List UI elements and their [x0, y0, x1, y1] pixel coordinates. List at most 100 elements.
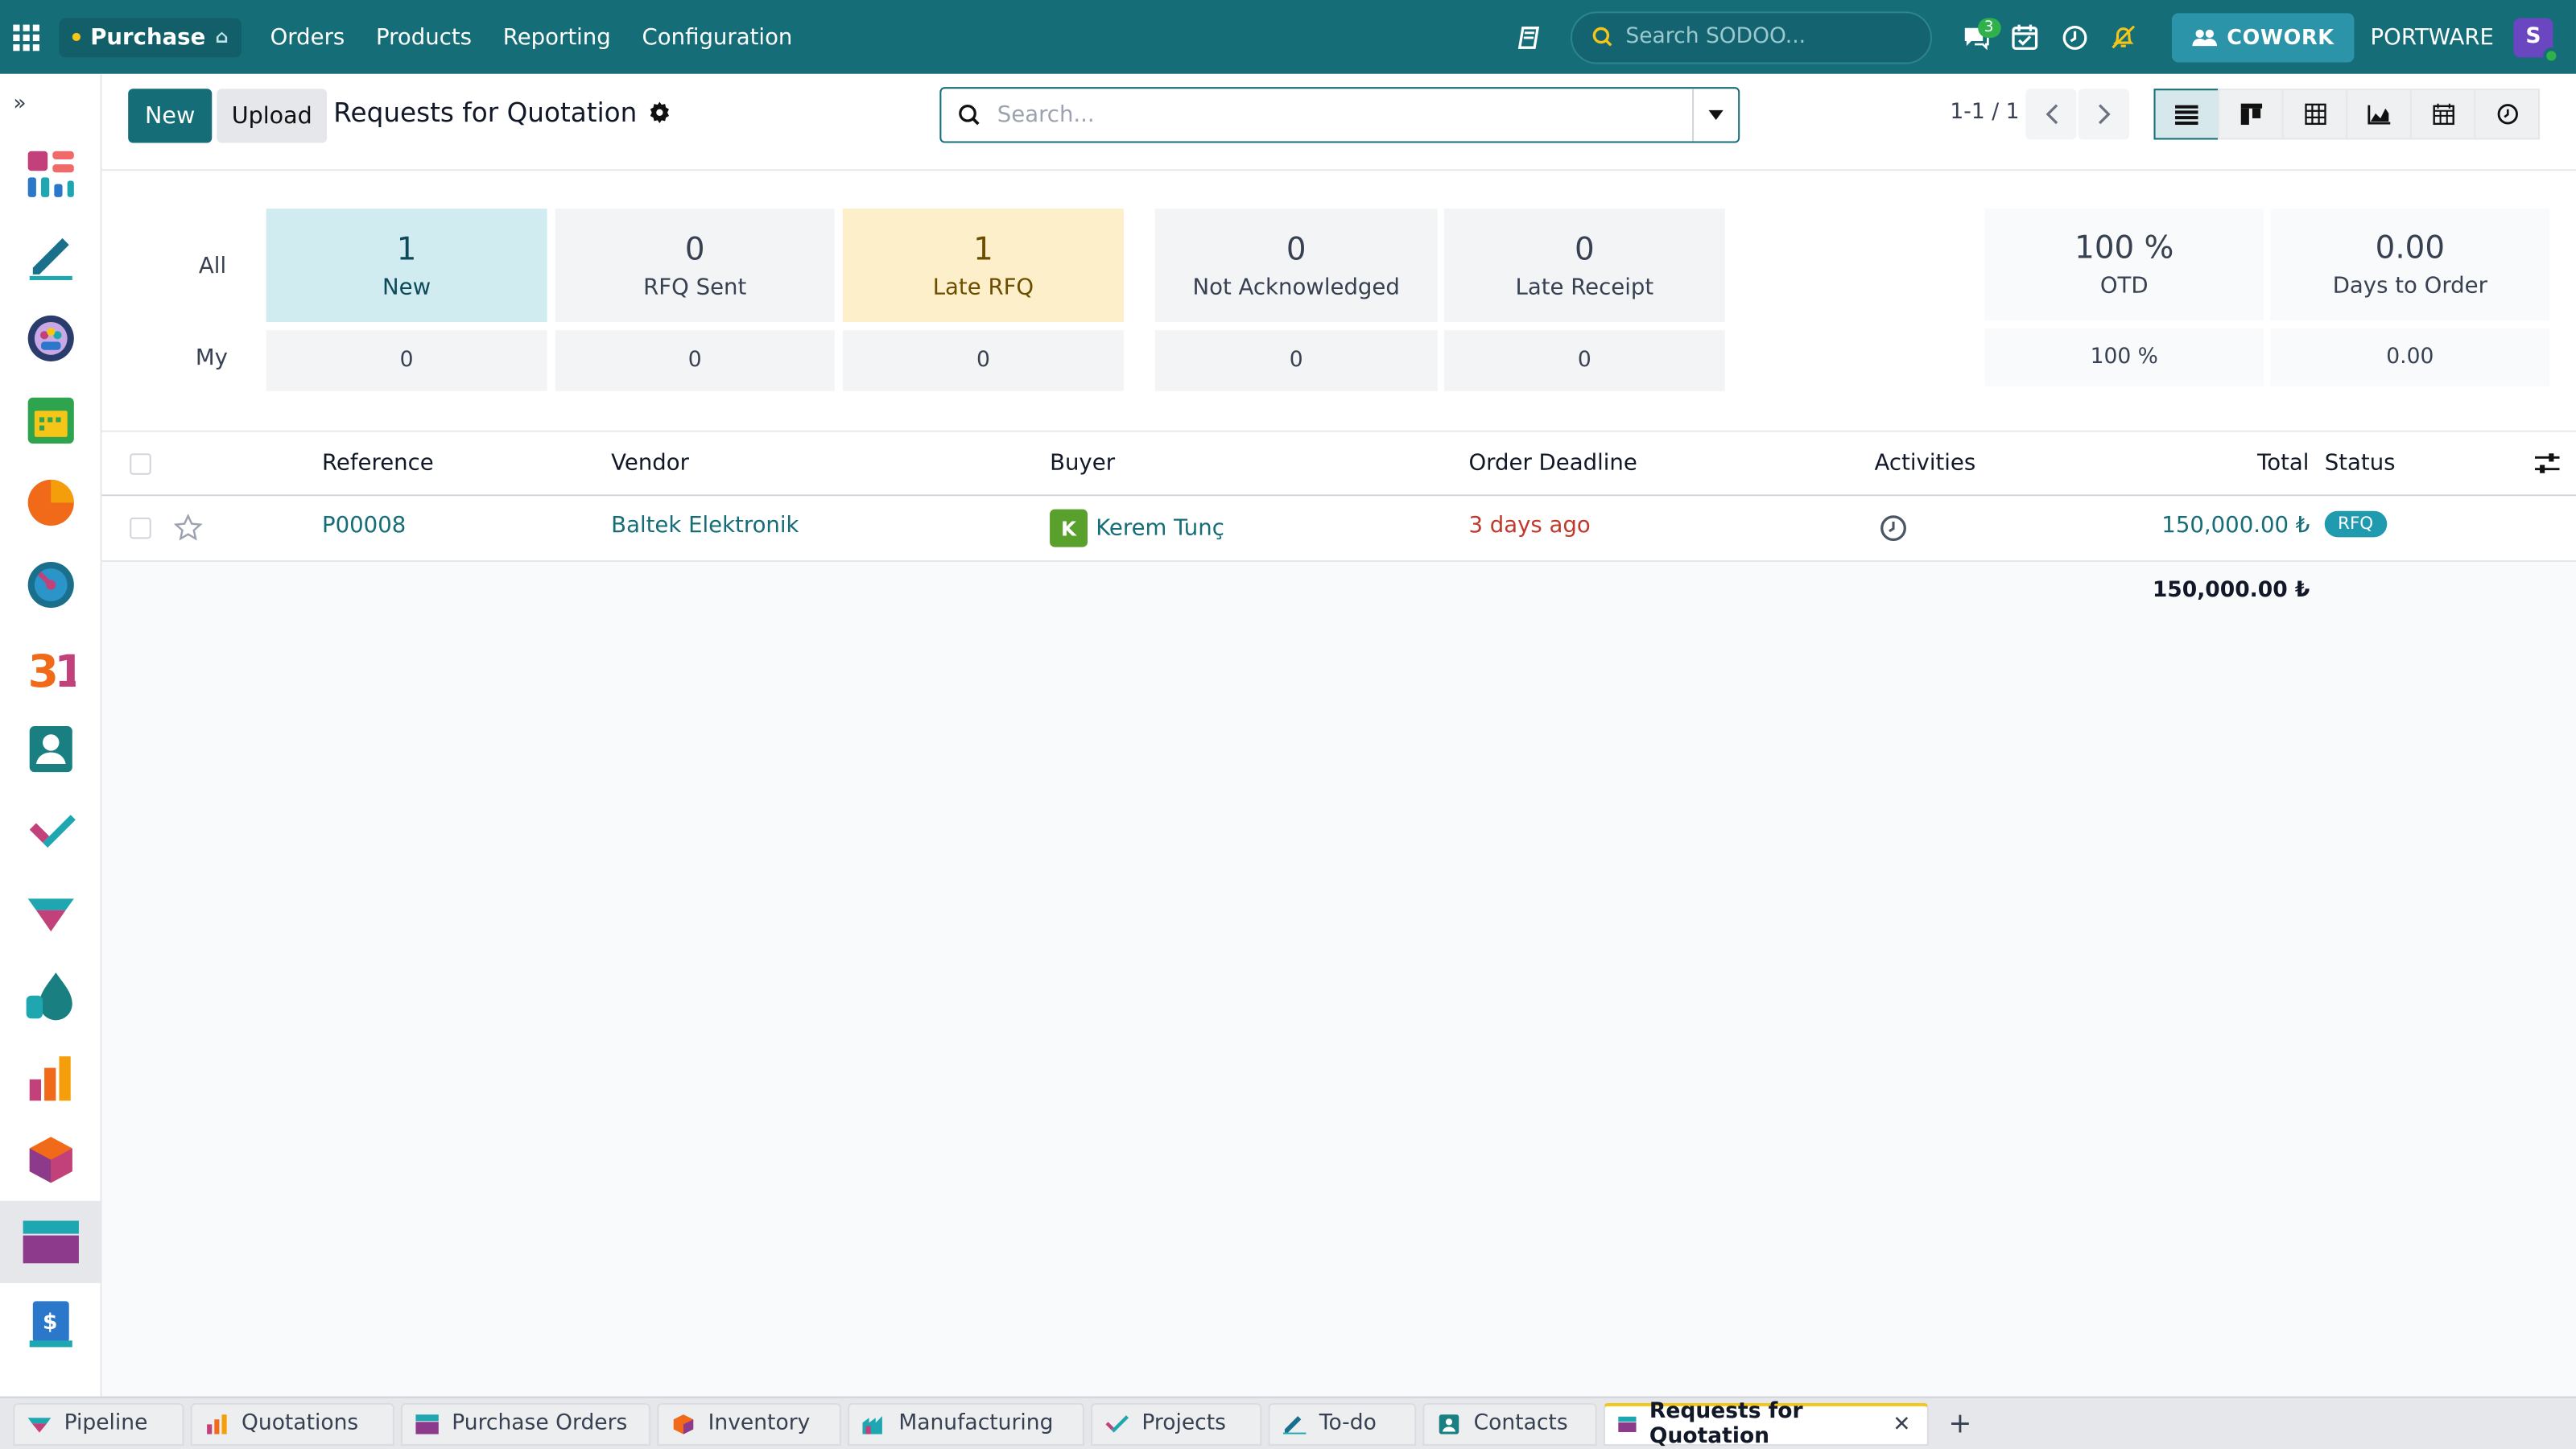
tab-projects[interactable]: Projects	[1091, 1402, 1262, 1445]
sidebar-invoicing-icon[interactable]: $	[0, 1283, 102, 1365]
tile-days-to-order: 0.00 Days to Order	[2270, 208, 2550, 320]
muted-bell-icon[interactable]	[2099, 12, 2148, 61]
sidebar-crm-icon[interactable]	[0, 461, 102, 543]
search-icon	[1591, 27, 1612, 47]
column-reference[interactable]: Reference	[322, 450, 434, 477]
my-cell-new[interactable]: 0	[266, 330, 547, 391]
users-icon	[2191, 28, 2217, 46]
sidebar-dashboards-icon[interactable]	[0, 133, 102, 215]
sidebar-gauge-icon[interactable]	[0, 544, 102, 626]
tab-quotations[interactable]: Quotations	[190, 1402, 394, 1445]
user-avatar[interactable]: S	[2513, 17, 2560, 64]
upload-button[interactable]: Upload	[217, 89, 328, 143]
add-tab-icon[interactable]: +	[1948, 1407, 1971, 1440]
sidebar-todo-pen-icon[interactable]	[0, 215, 102, 297]
sidebar-reporting-icon[interactable]	[0, 1037, 102, 1119]
sidebar-inventory-icon[interactable]	[0, 1119, 102, 1201]
menu-configuration[interactable]: Configuration	[626, 24, 808, 51]
tile-value: 1	[973, 230, 993, 267]
sidebar-project-icon[interactable]	[0, 791, 102, 873]
new-button[interactable]: New	[128, 89, 213, 143]
pager-next-button[interactable]	[2078, 89, 2129, 140]
tab-pipeline[interactable]: Pipeline	[13, 1402, 184, 1445]
my-cell-rfq-sent[interactable]: 0	[555, 330, 835, 391]
tab-label: Contacts	[1473, 1411, 1568, 1436]
todo-pen-icon	[1282, 1415, 1307, 1434]
select-all-checkbox[interactable]	[130, 453, 151, 475]
projects-check-icon	[1105, 1414, 1129, 1432]
column-status[interactable]: Status	[2325, 450, 2396, 477]
tab-contacts[interactable]: Contacts	[1422, 1402, 1597, 1445]
pager-previous-button[interactable]	[2025, 89, 2077, 140]
sidebar-calendar-icon[interactable]	[0, 379, 102, 461]
tile-label: Late RFQ	[932, 273, 1034, 300]
main-menu: Orders Products Reporting Configuration	[254, 24, 808, 51]
graph-view-button[interactable]	[2346, 89, 2412, 140]
chat-icon[interactable]: 3	[1951, 12, 2000, 61]
table-row[interactable]: P00008 Baltek Elektronik K Kerem Tunç 3 d…	[101, 496, 2576, 562]
avatar-letter: S	[2525, 24, 2541, 50]
menu-orders[interactable]: Orders	[254, 24, 360, 51]
calendar-view-button[interactable]	[2409, 89, 2476, 140]
my-cell-late-receipt[interactable]: 0	[1443, 330, 1725, 391]
tile-label: Not Acknowledged	[1192, 273, 1400, 300]
tab-manufacturing[interactable]: Manufacturing	[848, 1402, 1084, 1445]
tile-late-receipt[interactable]: 0 Late Receipt	[1443, 208, 1725, 322]
cell-reference[interactable]: P00008	[322, 513, 406, 539]
sidebar-purchase-icon[interactable]	[0, 1200, 102, 1283]
column-activities[interactable]: Activities	[1875, 450, 1976, 477]
chat-badge: 3	[1977, 17, 2000, 37]
star-icon[interactable]	[174, 514, 203, 541]
gear-icon[interactable]	[649, 101, 671, 124]
sidebar-contacts-icon[interactable]	[0, 708, 102, 791]
cowork-button[interactable]: COWORK	[2170, 12, 2355, 62]
tile-rfq-sent[interactable]: 0 RFQ Sent	[555, 208, 835, 322]
clock-icon	[2496, 104, 2517, 125]
sidebar-team-icon[interactable]	[0, 297, 102, 379]
my-cell-not-acknowledged[interactable]: 0	[1154, 330, 1438, 391]
kanban-view-button[interactable]	[2218, 89, 2284, 140]
sidebar-pipeline-icon[interactable]	[0, 873, 102, 955]
column-vendor[interactable]: Vendor	[611, 450, 689, 477]
cell-vendor[interactable]: Baltek Elektronik	[611, 513, 799, 539]
global-search-input[interactable]: Search SODOO...	[1569, 10, 1931, 64]
menu-products[interactable]: Products	[361, 24, 488, 51]
clock-icon[interactable]	[2050, 12, 2099, 61]
column-order-deadline[interactable]: Order Deadline	[1468, 450, 1637, 477]
tab-to-do[interactable]: To-do	[1268, 1402, 1417, 1445]
column-total[interactable]: Total	[2257, 450, 2309, 477]
column-buyer[interactable]: Buyer	[1050, 450, 1115, 477]
pivot-view-button[interactable]	[2281, 89, 2348, 140]
systray: Search SODOO... 3 COWORK PORTWARE S	[1511, 0, 2576, 74]
tab-inventory[interactable]: Inventory	[657, 1402, 841, 1445]
tile-new[interactable]: 1 New	[266, 208, 547, 322]
list-view-button[interactable]	[2153, 89, 2220, 140]
my-cell-late-rfq[interactable]: 0	[842, 330, 1124, 391]
calendar-check-icon[interactable]	[2000, 12, 2050, 61]
sidebar-31-calendar-icon[interactable]: 31	[0, 626, 102, 708]
menu-reporting[interactable]: Reporting	[487, 24, 626, 51]
chevron-left-icon	[2045, 104, 2058, 125]
cell-buyer[interactable]: K Kerem Tunç	[1050, 509, 1224, 547]
app-brand[interactable]: Purchase ⌂	[59, 17, 242, 57]
apps-menu-icon[interactable]	[0, 0, 52, 74]
close-tab-icon[interactable]: ✕	[1893, 1412, 1910, 1437]
tab-purchase-orders[interactable]: Purchase Orders	[400, 1402, 651, 1445]
row-checkbox[interactable]	[130, 517, 151, 539]
tile-late-rfq[interactable]: 1 Late RFQ	[842, 208, 1124, 322]
optional-columns-icon[interactable]	[2534, 452, 2560, 475]
chevron-right-icon	[2097, 104, 2110, 125]
activity-view-button[interactable]	[2474, 89, 2541, 140]
pager-value[interactable]: 1-1 / 1	[1950, 100, 2019, 125]
svg-text:$: $	[43, 1310, 57, 1335]
search-input[interactable]: Search...	[939, 87, 1740, 143]
activity-clock-icon[interactable]	[1880, 514, 1908, 543]
tab-requests-for-quotation[interactable]: Requests for Quotation ✕	[1603, 1400, 1929, 1449]
sidebar-expand-icon[interactable]: »	[0, 74, 100, 133]
search-dropdown-toggle[interactable]	[1692, 89, 1738, 142]
tile-not-acknowledged[interactable]: 0 Not Acknowledged	[1154, 208, 1438, 322]
app-window: Purchase ⌂ Orders Products Reporting Con…	[0, 0, 2576, 1449]
company-switcher[interactable]: PORTWARE	[2371, 24, 2494, 51]
knowledge-book-icon[interactable]	[1511, 21, 1547, 54]
sidebar-drop-icon[interactable]	[0, 955, 102, 1037]
